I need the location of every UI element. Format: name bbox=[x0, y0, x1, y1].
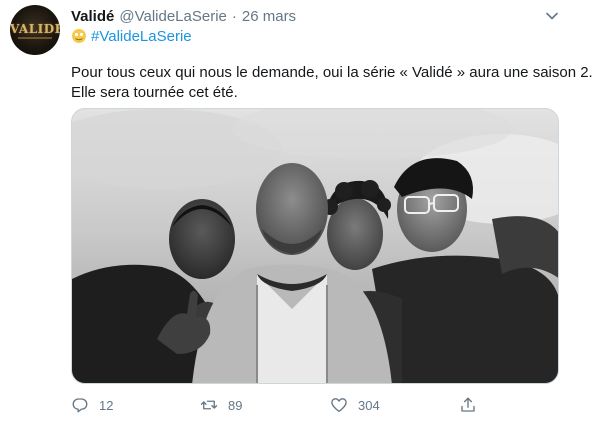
hashtag-link[interactable]: #ValideLaSerie bbox=[91, 28, 192, 45]
like-count: 304 bbox=[358, 397, 380, 413]
hashtag-line: #ValideLaSerie bbox=[71, 26, 192, 46]
like-button[interactable]: 304 bbox=[330, 394, 380, 416]
retweet-icon bbox=[200, 400, 218, 410]
tweet-text-line: Pour tous ceux qui nous le demande, oui … bbox=[71, 64, 593, 81]
reply-icon bbox=[72, 398, 88, 413]
tweet-header: Validé @ValideLaSerie · 26 mars bbox=[71, 5, 296, 27]
avatar-logo-underline bbox=[18, 37, 52, 39]
author-display-name[interactable]: Validé bbox=[71, 8, 114, 25]
reply-button[interactable]: 12 bbox=[71, 394, 113, 416]
retweet-button[interactable]: 89 bbox=[200, 394, 242, 416]
tweet[interactable]: VALIDÉ Validé @ValideLaSerie · 26 mars #… bbox=[0, 0, 600, 421]
tweet-photo[interactable] bbox=[71, 108, 559, 384]
like-icon bbox=[331, 398, 347, 413]
emoji-icon bbox=[72, 29, 86, 43]
reply-count: 12 bbox=[99, 397, 114, 413]
share-icon bbox=[461, 397, 475, 412]
share-button[interactable] bbox=[459, 394, 477, 416]
group-portrait-photo bbox=[72, 109, 558, 383]
tweet-date[interactable]: 26 mars bbox=[242, 8, 296, 25]
tweet-text: Pour tous ceux qui nous le demande, oui … bbox=[71, 63, 593, 103]
avatar-logo: VALIDÉ bbox=[10, 22, 60, 36]
tweet-text-line: Elle sera tournée cet été. bbox=[71, 84, 238, 101]
tweet-actions: 12 89 304 bbox=[71, 394, 491, 416]
author-handle[interactable]: @ValideLaSerie bbox=[119, 8, 227, 25]
avatar[interactable]: VALIDÉ bbox=[10, 5, 60, 55]
chevron-down-icon[interactable] bbox=[544, 8, 560, 24]
retweet-count: 89 bbox=[228, 397, 243, 413]
header-separator: · bbox=[231, 7, 237, 25]
